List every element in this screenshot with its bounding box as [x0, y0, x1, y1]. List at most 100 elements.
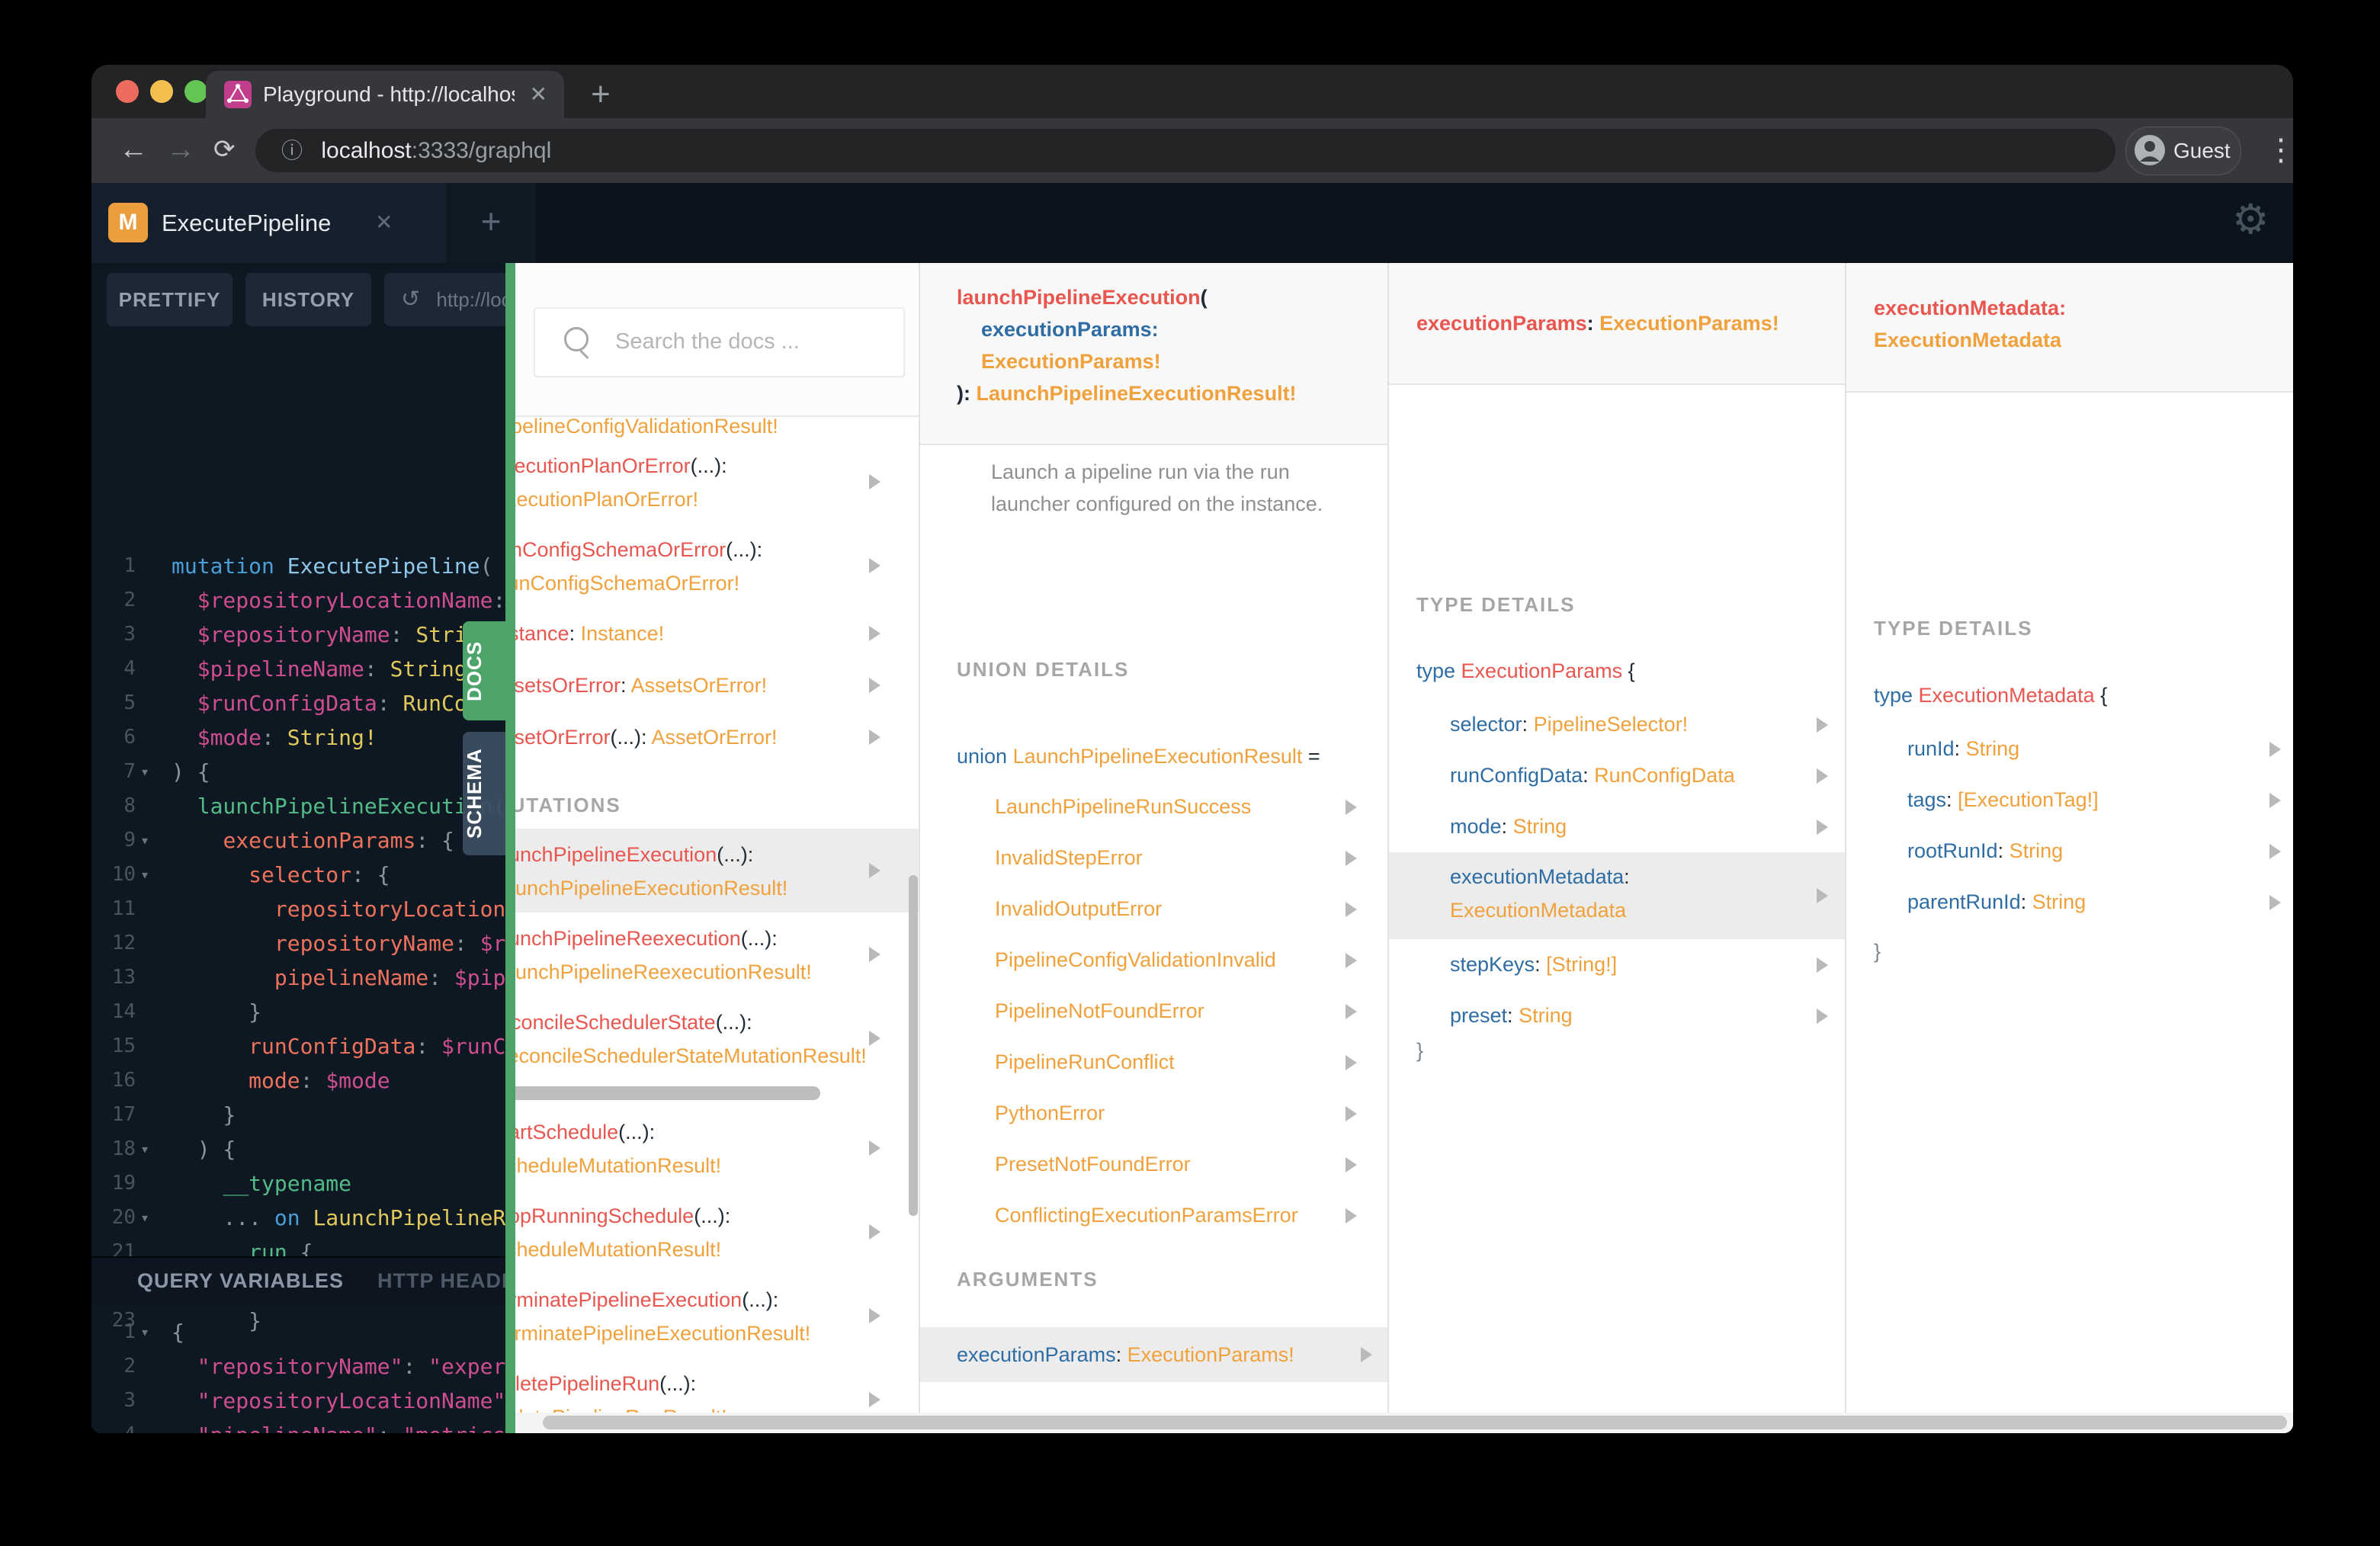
code-line-4[interactable]: 4 $pipelineName: String!	[91, 652, 505, 686]
fold-arrow-icon[interactable]: ▾	[140, 755, 163, 789]
docs-item-reconcileSchedulerState[interactable]: reconcileSchedulerState(...):ReconcileSc…	[515, 996, 919, 1080]
docs-item-executionParams-arg[interactable]: executionParams: ExecutionParams!	[920, 1327, 1387, 1382]
docs-item-preset[interactable]: preset: String	[1389, 990, 1845, 1041]
tab-docs[interactable]: DOCS	[463, 621, 505, 720]
docs-item-runConfigSchemaOrError[interactable]: runConfigSchemaOrError(...): RunConfigSch…	[515, 524, 919, 608]
code-line-9[interactable]: 9 ▾ executionParams: {	[91, 823, 505, 858]
code-line-19[interactable]: 19 __typename	[91, 1166, 505, 1201]
docs-item-ConflictingExecutionParamsError[interactable]: ConflictingExecutionParamsError	[920, 1190, 1387, 1241]
docs-item-PresetNotFoundError[interactable]: PresetNotFoundError	[920, 1139, 1387, 1190]
code-line-2[interactable]: 2 "repositoryName": "exper	[91, 1349, 505, 1384]
expand-arrow-icon	[869, 1224, 880, 1240]
docs-item-selector[interactable]: selector: PipelineSelector!	[1389, 699, 1845, 750]
docs-item-stepKeys[interactable]: stepKeys: [String!]	[1389, 939, 1845, 990]
tab-query-variables[interactable]: QUERY VARIABLES	[137, 1258, 344, 1304]
docs-item-terminatePipelineExecution[interactable]: terminatePipelineExecution(...): Terminat…	[515, 1274, 919, 1358]
expand-arrow-icon	[1817, 768, 1828, 784]
expand-arrow-icon	[869, 626, 880, 641]
close-window-button[interactable]	[116, 80, 139, 103]
browser-tabstrip: Playground - http://localhost:3 ✕ +	[91, 65, 2293, 118]
reload-icon[interactable]: ⟳	[213, 118, 236, 183]
docs-item-mode[interactable]: mode: String	[1389, 801, 1845, 852]
docs-item-tags[interactable]: tags: [ExecutionTag!]	[1846, 775, 2293, 826]
site-info-icon[interactable]: ⓘ	[281, 139, 303, 162]
code-line-6[interactable]: 6 $mode: String!	[91, 720, 505, 755]
docs-item-executionPlanOrError[interactable]: executionPlanOrError(...):ExecutionPlanO…	[515, 440, 919, 524]
reload-schema-icon[interactable]: ↺	[401, 287, 420, 312]
new-playground-tab-button[interactable]: +	[446, 183, 536, 263]
code-line-1[interactable]: 1 ▾ {	[91, 1315, 505, 1349]
query-editor[interactable]: 1 mutation ExecutePipeline(2 $repositoryL…	[91, 549, 505, 1338]
code-line-12[interactable]: 12 repositoryName: $repositoryName	[91, 926, 505, 961]
code-line-10[interactable]: 10 ▾ selector: {	[91, 858, 505, 892]
fold-arrow-icon[interactable]: ▾	[140, 1201, 163, 1235]
code-line-7[interactable]: 7 ▾) {	[91, 755, 505, 789]
docs-item-assetsOrError[interactable]: assetsOrError: AssetsOrError!	[515, 659, 919, 711]
zoom-window-button[interactable]	[184, 80, 207, 103]
close-playground-tab-icon[interactable]: ✕	[375, 183, 393, 261]
docs-item-LaunchPipelineRunSuccess[interactable]: LaunchPipelineRunSuccess	[920, 781, 1387, 832]
code-line-8[interactable]: 8 launchPipelineExecution(	[91, 789, 505, 823]
code-line-3[interactable]: 3 $repositoryName: String!	[91, 617, 505, 652]
docs-item-PythonError[interactable]: PythonError	[920, 1088, 1387, 1139]
fold-arrow-icon[interactable]: ▾	[140, 823, 163, 858]
variables-editor[interactable]: 1 ▾{2 "repositoryName": "exper 3 "reposito…	[91, 1315, 505, 1433]
docs-item-PipelineConfigValidationInvalid[interactable]: PipelineConfigValidationInvalid	[920, 935, 1387, 986]
docs-item-instance[interactable]: instance: Instance!	[515, 608, 919, 659]
code-line-17[interactable]: 17 }	[91, 1098, 505, 1132]
forward-icon[interactable]: →	[166, 118, 195, 183]
line-number: 6	[123, 726, 136, 749]
code-line-4[interactable]: 4 "pipelineName": "metrics	[91, 1418, 505, 1433]
docs-item-runId[interactable]: runId: String	[1846, 723, 2293, 775]
code-line-16[interactable]: 16 mode: $mode	[91, 1063, 505, 1098]
docs-item-launchPipelineReexecution[interactable]: launchPipelineReexecution(...): LaunchPip…	[515, 913, 919, 996]
docs-item-PipelineNotFoundError[interactable]: PipelineNotFoundError	[920, 986, 1387, 1037]
docs-item-PipelineRunConflict[interactable]: PipelineRunConflict	[920, 1037, 1387, 1088]
docs-item-parentRunId[interactable]: parentRunId: String	[1846, 877, 2293, 928]
prettify-button[interactable]: PRETTIFY	[107, 273, 233, 326]
docs-item-rootRunId[interactable]: rootRunId: String	[1846, 826, 2293, 877]
docs-item-executionMetadata[interactable]: executionMetadata: ExecutionMetadata	[1389, 852, 1845, 939]
history-button[interactable]: HISTORY	[245, 273, 371, 326]
close-tab-icon[interactable]: ✕	[530, 71, 547, 118]
code-line-13[interactable]: 13 pipelineName: $pipelineName	[91, 961, 505, 995]
docs-item-assetOrError[interactable]: assetOrError(...): AssetOrError!	[515, 711, 919, 763]
code-line-14[interactable]: 14 }	[91, 995, 505, 1029]
docs-horizontal-scrollbar-thumb[interactable]	[543, 1416, 2287, 1429]
code-line-5[interactable]: 5 $runConfigData: RunConfigData!	[91, 686, 505, 720]
docs-item-runConfigData[interactable]: runConfigData: RunConfigData	[1389, 750, 1845, 801]
docs-item-launchPipelineExecution[interactable]: launchPipelineExecution(...):LaunchPipel…	[515, 829, 919, 913]
code-line-15[interactable]: 15 runConfigData: $runConfigData	[91, 1029, 505, 1063]
docs-list-horizontal-scrollbar[interactable]	[515, 1086, 820, 1100]
browser-menu-icon[interactable]: ⋮	[2266, 123, 2293, 178]
fold-arrow-icon[interactable]: ▾	[140, 1315, 163, 1349]
minimize-window-button[interactable]	[150, 80, 173, 103]
settings-gear-icon[interactable]: ⚙	[2232, 197, 2269, 242]
fold-arrow-icon[interactable]: ▾	[140, 1132, 163, 1166]
docs-item-stopRunningSchedule[interactable]: stopRunningSchedule(...):ScheduleMutatio…	[515, 1190, 919, 1274]
expand-arrow-icon	[1346, 952, 1357, 968]
docs-list-vertical-scrollbar[interactable]	[909, 875, 918, 1216]
tab-http-headers[interactable]: HTTP HEADERS	[377, 1258, 505, 1304]
playground-tab-active[interactable]: M ExecutePipeline ✕	[91, 183, 446, 263]
back-icon[interactable]: ←	[119, 118, 148, 183]
code-line-3[interactable]: 3 "repositoryLocationName"	[91, 1384, 505, 1418]
profile-button[interactable]: Guest	[2125, 127, 2241, 175]
code-line-1[interactable]: 1 mutation ExecutePipeline(	[91, 549, 505, 583]
docs-search-input[interactable]: Search the docs ...	[534, 307, 905, 377]
address-bar[interactable]: ⓘ localhost:3333/graphql	[255, 129, 2115, 172]
docs-panel-edge[interactable]	[505, 263, 515, 1433]
endpoint-input[interactable]: ↺ http://loc	[384, 273, 505, 326]
code-line-20[interactable]: 20▾ ... on LaunchPipelineRunSuccess {	[91, 1201, 505, 1235]
line-number: 3	[123, 1389, 136, 1412]
browser-tab-active[interactable]: Playground - http://localhost:3 ✕	[206, 71, 564, 118]
docs-item-InvalidOutputError[interactable]: InvalidOutputError	[920, 884, 1387, 935]
code-line-2[interactable]: 2 $repositoryLocationName: String!	[91, 583, 505, 617]
docs-item-startSchedule[interactable]: startSchedule(...):ScheduleMutationResul…	[515, 1106, 919, 1190]
docs-item-InvalidStepError[interactable]: InvalidStepError	[920, 832, 1387, 884]
code-line-18[interactable]: 18 ▾ ) {	[91, 1132, 505, 1166]
fold-arrow-icon[interactable]: ▾	[140, 858, 163, 892]
tab-schema[interactable]: SCHEMA	[463, 732, 505, 855]
code-line-11[interactable]: 11 repositoryLocationName: $repositoryLo…	[91, 892, 505, 926]
new-tab-button[interactable]: +	[591, 75, 611, 114]
